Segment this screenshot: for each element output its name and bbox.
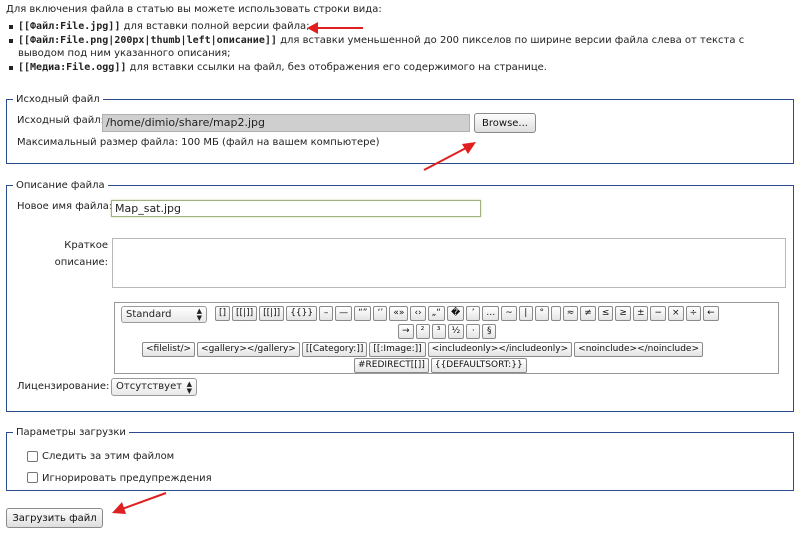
upload-file-button[interactable]: Загрузить файл — [6, 508, 103, 528]
charset-select[interactable]: Standard ▲ ▼ — [121, 306, 207, 323]
special-char-button[interactable]: [] — [215, 306, 231, 321]
special-char-button[interactable]: → — [398, 324, 414, 339]
syntax-item: [[Файл:File.png|200px|thumb|left|описани… — [6, 34, 786, 60]
special-char-button[interactable]: „“ — [427, 306, 445, 321]
wiki-markup-button[interactable]: [[Category:]] — [301, 342, 368, 357]
special-char-button[interactable]: ‹› — [410, 306, 426, 321]
special-char-button[interactable]: ≥ — [615, 306, 631, 321]
special-char-button[interactable]: «» — [389, 306, 409, 321]
special-char-button[interactable]: ± — [632, 306, 649, 321]
special-char-button[interactable]: ° — [534, 306, 549, 321]
browse-button[interactable]: Browse... — [474, 113, 536, 133]
watch-file-checkbox[interactable] — [27, 451, 38, 462]
source-file-legend: Исходный файл — [16, 94, 100, 105]
license-label: Лицензирование: — [17, 381, 110, 392]
source-file-label: Исходный файл: — [17, 115, 104, 126]
syntax-desc: для вставки полной версии файла; — [120, 21, 310, 32]
special-char-button[interactable]: — — [335, 306, 353, 321]
upload-params-legend: Параметры загрузки — [16, 427, 126, 438]
arrow-annotation-icon — [112, 492, 167, 514]
wiki-markup-row-1: <filelist/> <gallery></gallery> [[Category… — [141, 342, 704, 357]
syntax-code: [[Файл:File.jpg]] — [18, 21, 121, 32]
arrow-annotation-icon — [423, 142, 476, 171]
special-char-button[interactable]: – — [319, 306, 334, 321]
syntax-item: [[Файл:File.jpg]] для вставки полной вер… — [6, 20, 786, 33]
special-char-button[interactable]: ½ — [447, 324, 465, 339]
intro-text: Для включения файла в статью вы можете и… — [6, 4, 382, 15]
special-char-button[interactable]: § — [482, 324, 497, 339]
wiki-markup-row-2: #REDIRECT[[]] {{DEFAULTSORT:}} — [353, 358, 528, 373]
special-char-button[interactable]: “” — [354, 306, 372, 321]
wiki-markup-button[interactable]: <noinclude></noinclude> — [574, 342, 704, 357]
special-char-button[interactable]: {{}} — [286, 306, 318, 321]
special-char-button[interactable]: ← — [703, 306, 719, 321]
special-char-button[interactable]: · — [466, 324, 481, 339]
special-char-button[interactable]: × — [668, 306, 684, 321]
description-legend: Описание файла — [16, 180, 105, 191]
special-char-button[interactable]: − — [650, 306, 667, 321]
syntax-code: [[Медиа:File.ogg]] — [18, 62, 127, 73]
special-char-button[interactable]: ≤ — [597, 306, 614, 321]
license-select[interactable]: Отсутствует ▲ ▼ — [111, 378, 197, 396]
special-char-button[interactable]: [[|]] — [259, 306, 285, 321]
summary-label-line1: Краткое — [64, 240, 108, 251]
wiki-markup-button[interactable]: [[:Image:]] — [369, 342, 426, 357]
special-char-row-1: [] [[|]] [[|]]{{}} – — “” ‘’ «» ‹› „“ �’… ~ | ° ≈ ≠ ≤ ≥ ± −… — [214, 306, 774, 321]
special-char-button[interactable] — [550, 306, 561, 321]
wiki-markup-button[interactable]: {{DEFAULTSORT:}} — [430, 358, 527, 373]
special-char-button[interactable]: ÷ — [685, 306, 702, 321]
wiki-markup-button[interactable]: #REDIRECT[[]] — [354, 358, 429, 373]
license-select-value: Отсутствует — [116, 381, 183, 392]
wiki-markup-button[interactable]: <gallery></gallery> — [197, 342, 300, 357]
updown-arrows-icon: ▲ ▼ — [186, 380, 192, 395]
ignore-warnings-label: Игнорировать предупреждения — [42, 473, 212, 484]
syntax-list: [[Файл:File.jpg]] для вставки полной вер… — [6, 20, 786, 75]
special-char-button[interactable]: � — [446, 306, 465, 321]
charset-select-value: Standard — [126, 309, 172, 320]
special-char-button[interactable]: … — [482, 306, 500, 321]
max-size-text: Максимальный размер файла: 100 МБ (файл … — [17, 137, 380, 148]
summary-label: Краткое описание: — [40, 237, 108, 271]
summary-textarea[interactable] — [112, 238, 786, 288]
wiki-markup-button[interactable]: <includeonly></includeonly> — [427, 342, 573, 357]
new-name-label: Новое имя файла: — [17, 201, 113, 212]
source-file-path-input[interactable]: /home/dimio/share/map2.jpg — [102, 114, 470, 132]
ignore-warnings-checkbox[interactable] — [27, 472, 38, 483]
new-name-input[interactable]: Map_sat.jpg — [111, 200, 481, 217]
watch-file-label: Следить за этим файлом — [42, 451, 175, 462]
special-char-button[interactable]: [[|]] — [232, 306, 258, 321]
updown-arrows-icon: ▲ ▼ — [196, 307, 202, 322]
syntax-item: [[Медиа:File.ogg]] для вставки ссылки на… — [6, 61, 786, 74]
special-char-button[interactable]: ³ — [431, 324, 446, 339]
special-char-button[interactable]: ≈ — [562, 306, 579, 321]
syntax-desc: для вставки ссылки на файл, без отображе… — [126, 62, 547, 73]
summary-label-line2: описание: — [54, 257, 108, 268]
wiki-markup-button[interactable]: <filelist/> — [142, 342, 196, 357]
special-char-row-2: → ² ³ ½ · § — [397, 324, 497, 339]
special-char-button[interactable]: ² — [415, 324, 430, 339]
arrow-annotation-icon — [307, 22, 363, 34]
special-char-button[interactable]: ’ — [466, 306, 481, 321]
special-char-button[interactable]: ‘’ — [373, 306, 388, 321]
special-char-button[interactable]: ~ — [501, 306, 517, 321]
special-char-button[interactable]: | — [518, 306, 533, 321]
special-char-button[interactable]: ≠ — [580, 306, 596, 321]
syntax-code: [[Файл:File.png|200px|thumb|left|описани… — [18, 35, 277, 46]
